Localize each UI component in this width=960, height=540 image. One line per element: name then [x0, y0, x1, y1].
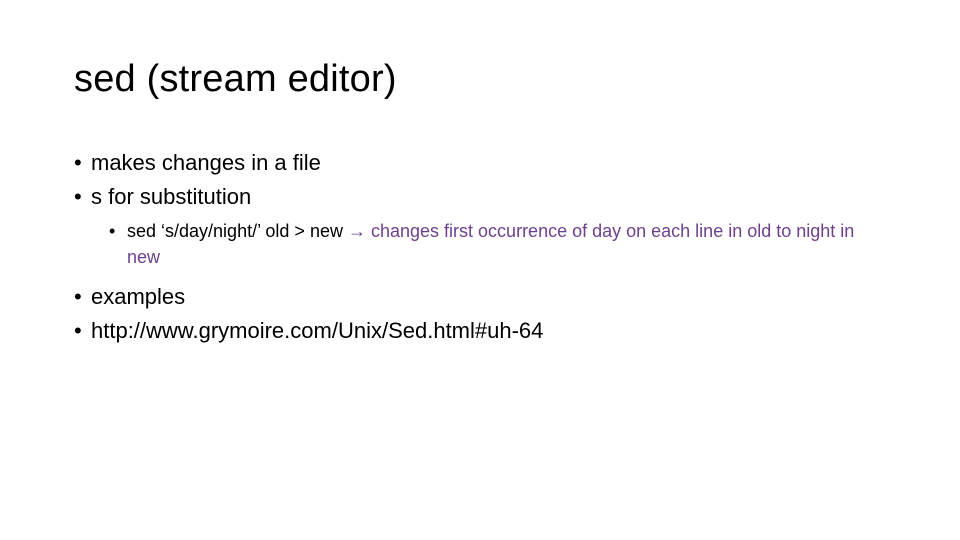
bullet-marker: •	[74, 184, 82, 209]
bullet-makes-changes: • makes changes in a file	[74, 146, 904, 180]
example-url-link[interactable]: http://www.grymoire.com/Unix/Sed.html#uh…	[91, 318, 543, 343]
bullet-text: s for substitution	[91, 184, 252, 209]
bullet-marker: •	[74, 150, 82, 175]
slide-title: sed (stream editor)	[74, 58, 397, 100]
bullet-marker: •	[74, 284, 82, 309]
bullet-text: makes changes in a file	[91, 150, 321, 175]
sub-bullet-sed-example: • sed ‘s/day/night/’ old > new → changes…	[109, 218, 887, 270]
bullet-substitution: • s for substitution	[74, 180, 904, 214]
slide: sed (stream editor) • makes changes in a…	[0, 0, 960, 540]
bullet-text: examples	[91, 284, 186, 309]
arrow-right-icon: →	[347, 221, 366, 241]
bullet-marker: •	[74, 318, 82, 343]
slide-body: • makes changes in a file • s for substi…	[74, 146, 904, 348]
sub-bullet-marker: •	[109, 221, 116, 241]
bullet-examples: • examples	[74, 280, 904, 314]
sed-command-text: sed ‘s/day/night/’ old > new	[127, 221, 343, 241]
bullet-url: • http://www.grymoire.com/Unix/Sed.html#…	[74, 314, 904, 348]
